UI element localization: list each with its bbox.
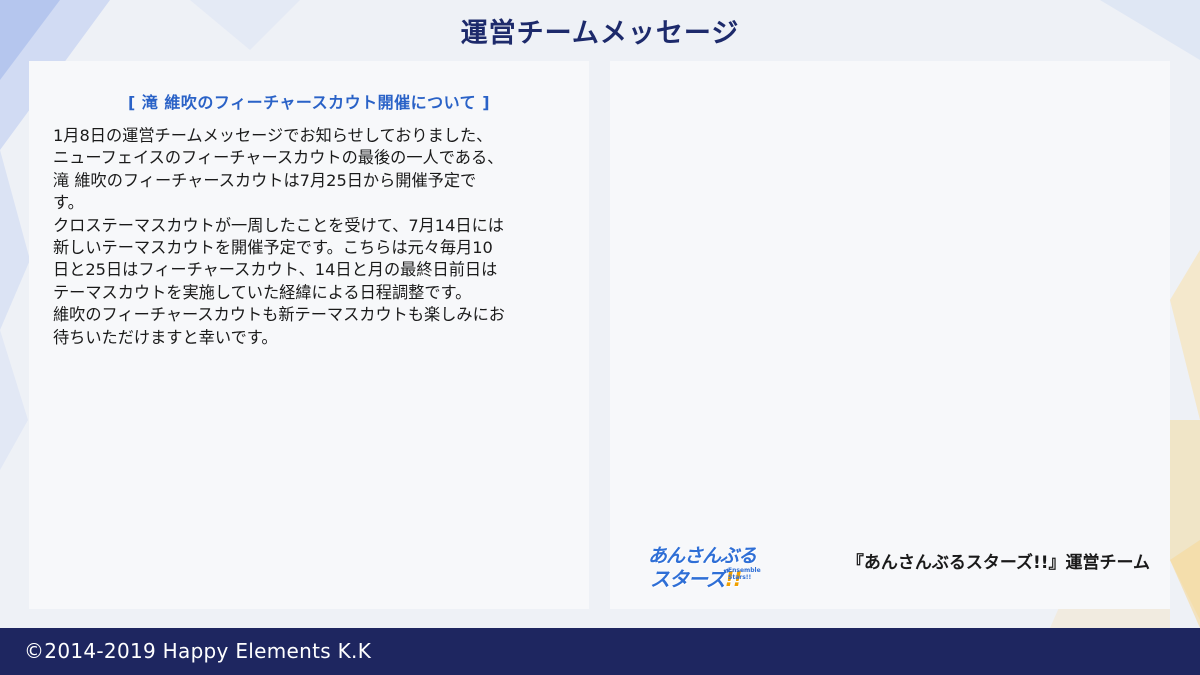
notice-line: テーマスカウトを実施していた経緯による日程調整です。 xyxy=(53,282,472,302)
notice-panel: [ 滝 維吹のフィーチャースカウト開催について ] 1月8日の運営チームメッセー… xyxy=(29,61,589,609)
page-title: 運営チームメッセージ xyxy=(460,18,740,49)
notice-heading: [ 滝 維吹のフィーチャースカウト開催について ] xyxy=(127,93,491,112)
footer-bar: ©2014-2019 Happy Elements K.K xyxy=(0,628,1200,675)
notice-line: 日と25日はフィーチャースカウト、14日と月の最終日前日は xyxy=(53,260,498,280)
notice-line: す。 xyxy=(53,193,84,213)
copyright-text: ©2014-2019 Happy Elements K.K xyxy=(24,639,372,663)
notice-line: クロステーマスカウトが一周したことを受けて、7月14日には xyxy=(53,215,504,235)
logo-text-main: スターズ xyxy=(650,567,726,591)
team-signature: 『あんさんぶるスターズ!!』運営チーム xyxy=(846,553,1150,573)
notice-line: ニューフェイスのフィーチャースカウトの最後の一人である、 xyxy=(53,148,504,168)
notice-line: 維吹のフィーチャースカウトも新テーマスカウトも楽しみにお xyxy=(53,305,505,325)
notice-line: 新しいテーマスカウトを開催予定です。こちらは元々毎月10 xyxy=(53,238,493,258)
notice-body: 1月8日の運営チームメッセージでお知らせしておりました、 ニューフェイスのフィー… xyxy=(53,125,573,349)
signature-panel: あんさんぶる スターズ!! Ensemble Stars!! 『あんさんぶるスタ… xyxy=(610,61,1170,609)
notice-line: 1月8日の運営チームメッセージでお知らせしておりました、 xyxy=(53,126,493,145)
notice-line: 待ちいただけますと幸いです。 xyxy=(53,327,278,347)
game-logo: あんさんぶる スターズ!! Ensemble Stars!! xyxy=(646,541,761,591)
logo-subtitle: Ensemble Stars!! xyxy=(728,567,761,581)
notice-line: 滝 維吹のフィーチャースカウトは7月25日から開催予定で xyxy=(53,170,477,190)
